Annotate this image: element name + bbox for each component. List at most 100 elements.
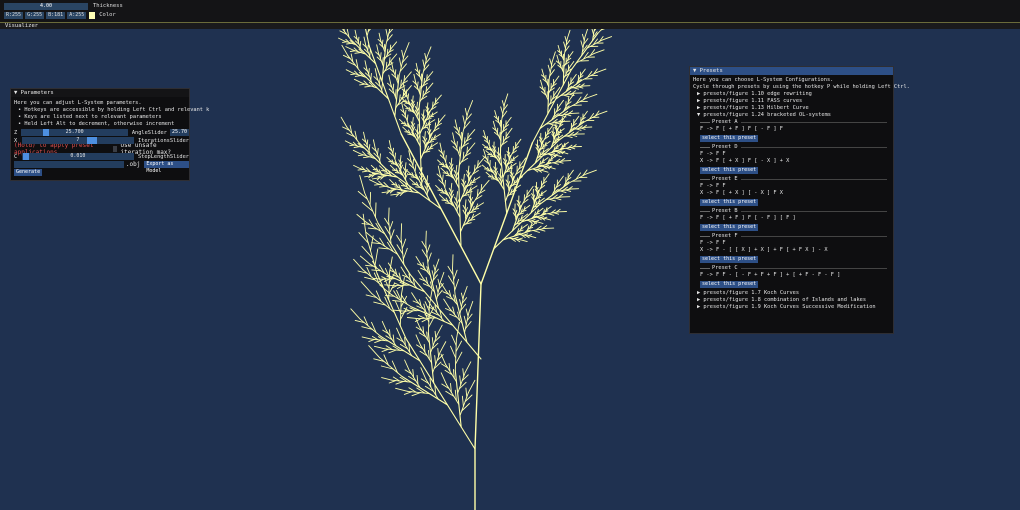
tree-branch [543,216,548,219]
tree-branch [340,116,348,128]
thickness-row: 4.00 Thickness [4,2,123,10]
tree-branch [451,334,457,346]
tree-branch [386,156,392,162]
tree-branch [405,71,412,80]
tree-branch [572,87,580,90]
preset-group-collapsed[interactable]: ▶ presets/figure 1.13 Hilbert Curve [690,105,893,112]
tree-branch [439,142,443,152]
tree-branch [401,49,404,59]
tree-branch [398,53,405,77]
preset-group-collapsed[interactable]: ▶ presets/figure 1.7 Koch Curves [690,290,893,297]
angle-slider[interactable]: 25.700 [21,129,128,136]
tree-branch [541,190,547,194]
tree-branch [390,193,398,196]
tree-branch [388,161,393,163]
tree-branch [361,336,372,340]
tree-branch [463,173,465,182]
tree-branch [541,68,545,77]
tree-branch [468,300,474,313]
tree-branch [373,345,386,350]
select-preset-button[interactable]: select this preset [700,224,759,231]
tree-branch [477,202,485,207]
preset-group-label: presets/figure 1.9 Koch Curves Successiv… [703,304,876,310]
tree-branch [548,165,553,168]
presets-header[interactable]: ▼ Presets [690,67,893,75]
tree-branch [462,111,469,134]
preset-group-collapsed[interactable]: ▶ presets/figure 1.8 combination of Isla… [690,297,893,304]
color-a-field[interactable]: A:255 [67,11,87,19]
tree-branch [565,189,572,192]
tree-branch [342,29,352,41]
iterations-slider-grab[interactable] [87,137,98,144]
tree-branch [524,204,531,210]
presets-intro: Cycle through presets by using the hotke… [693,84,910,90]
tree-branch [369,191,372,206]
tree-branch [401,238,407,250]
tree-branch [530,219,536,222]
preset-group-collapsed[interactable]: ▶ presets/figure 1.11 FASS curves [690,98,893,105]
color-g-field[interactable]: G:255 [25,11,45,19]
tree-branch [368,68,370,75]
tree-branch [412,95,414,102]
tree-branch [396,191,402,194]
preset-group-open[interactable]: ▼ presets/figure 1.24 bracketed OL-syste… [690,112,893,119]
tree-branch [398,118,404,124]
preset-group-collapsed[interactable]: ▶ presets/figure 1.10 edge rewriting [690,91,893,98]
color-b-field[interactable]: B:181 [46,11,66,19]
tree-branch [361,170,369,173]
tree-branch [411,292,418,302]
tree-branch [364,85,372,88]
preset-group-label: presets/figure 1.10 edge rewriting [703,91,812,97]
tree-branch [415,256,421,265]
tree-branch [440,167,446,173]
thickness-label: Thickness [93,3,123,9]
tree-branch [387,189,392,192]
tree-branch [374,248,379,267]
export-button[interactable]: Export as Model [144,161,189,174]
tree-branch [565,147,572,151]
tree-branch [350,308,361,320]
unsafe-checkbox[interactable] [112,145,118,152]
tree-branch [412,158,414,167]
tree-branch [359,40,362,48]
tree-branch [358,142,387,170]
iterations-slider[interactable]: 7 [21,137,134,144]
preset-group-collapsed[interactable]: ▶ presets/figure 1.9 Koch Curves Success… [690,304,893,311]
step-slider-grab[interactable] [22,153,29,160]
select-preset-button[interactable]: select this preset [700,199,759,206]
tree-branch [404,359,410,371]
tree-branch [562,94,570,98]
generate-button[interactable]: Generate [14,169,43,176]
tree-branch [434,355,437,366]
select-preset-button[interactable]: select this preset [700,281,759,288]
angle-slider-grab[interactable] [42,129,49,136]
tree-branch [557,143,563,148]
parameters-header[interactable]: ▼ Parameters [11,89,189,97]
tree-branch [398,57,402,68]
tree-branch [464,199,467,208]
parameters-panel: ▼ Parameters Here you can adjust L-Syste… [10,88,209,181]
select-preset-button[interactable]: select this preset [700,135,759,142]
tree-branch [506,127,513,136]
tree-branch [370,164,376,170]
tree-branch [423,78,425,85]
tree-branch [455,340,463,353]
tree-branch [422,59,425,68]
tree-branch [424,131,426,139]
color-row: R:255 G:255 B:181 A:255 Color [4,11,116,19]
color-swatch[interactable] [89,11,96,19]
select-preset-button[interactable]: select this preset [700,167,759,174]
thickness-slider[interactable]: 4.00 [4,2,88,10]
color-r-field[interactable]: R:255 [4,11,24,19]
tree-branch [354,75,362,77]
select-preset-button[interactable]: select this preset [700,256,759,263]
export-path-input[interactable] [14,161,124,168]
tree-branch [457,371,466,394]
tree-branch [388,29,391,31]
step-slider[interactable]: 0.010 [21,153,134,160]
angle-input[interactable]: 25.70 [169,129,189,136]
tree-branch [359,174,366,194]
tree-branch [346,42,352,45]
tree-branch [400,122,406,125]
tree-branch [376,44,379,54]
